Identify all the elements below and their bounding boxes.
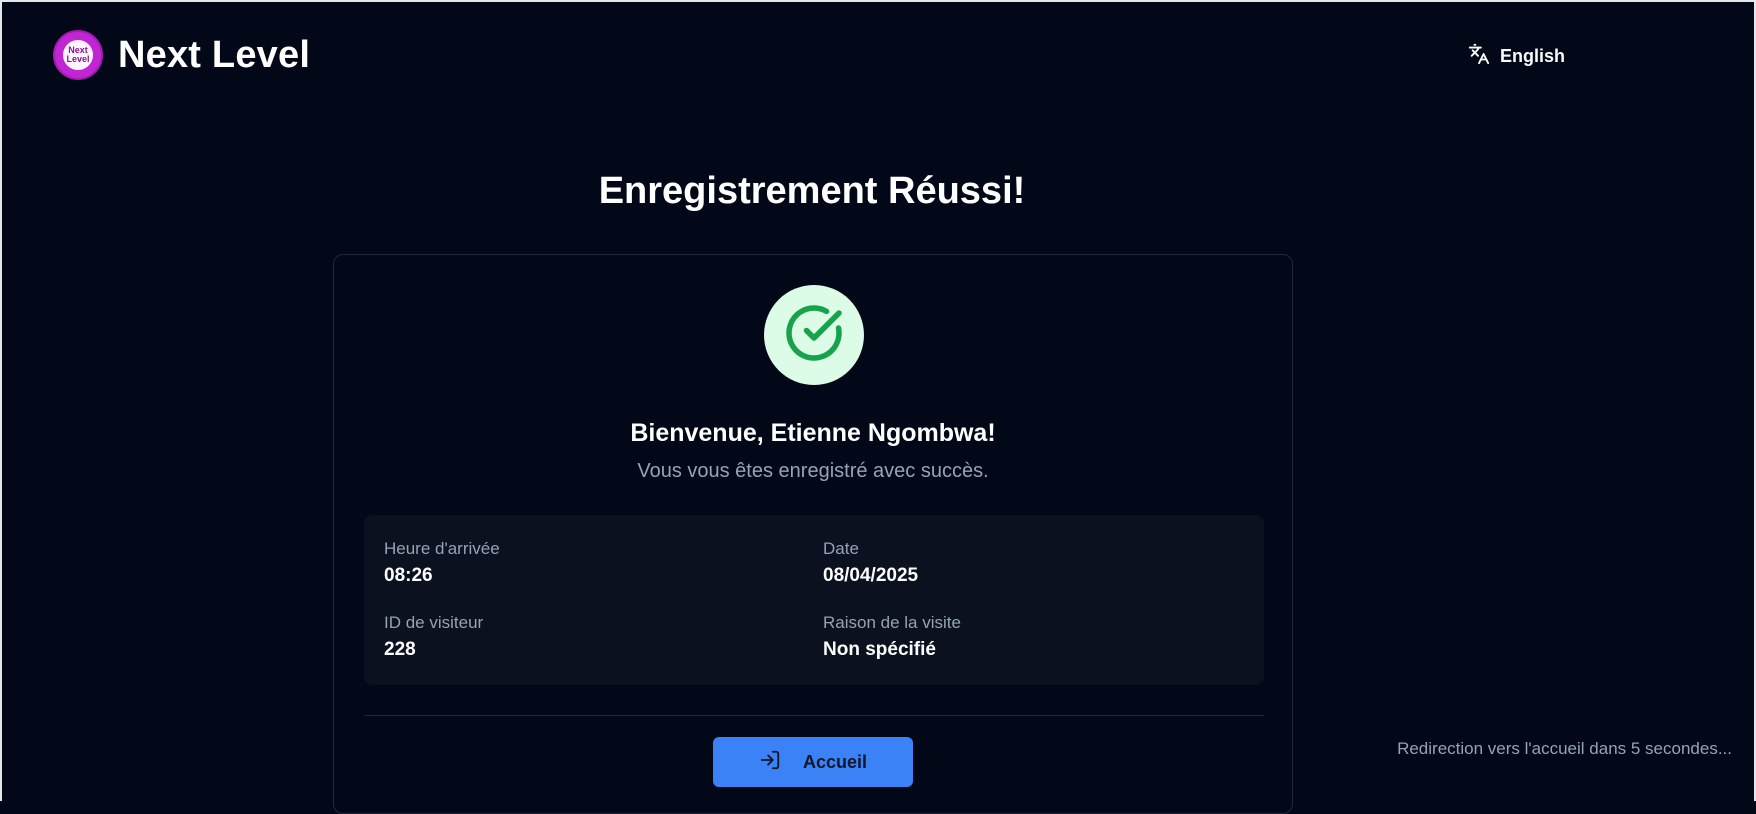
home-button[interactable]: Accueil — [713, 737, 913, 787]
top-header: Next Level Next Level English — [2, 2, 1754, 108]
language-switcher[interactable]: English — [1468, 42, 1565, 70]
success-badge — [764, 285, 864, 385]
check-circle-icon — [784, 303, 844, 368]
visitor-id-field: ID de visiteur 228 — [384, 613, 483, 661]
confirmation-card: Bienvenue, Etienne Ngombwa! Vous vous êt… — [333, 254, 1293, 814]
date-label: Date — [823, 539, 859, 558]
app-frame: Next Level Next Level English Enregistrem… — [0, 0, 1756, 814]
arrival-time-field: Heure d'arrivée 08:26 — [384, 539, 500, 587]
success-subtitle: Vous vous êtes enregistré avec succès. — [637, 460, 989, 482]
welcome-message: Bienvenue, Etienne Ngombwa! — [630, 419, 996, 447]
home-button-label: Accueil — [802, 751, 868, 772]
translate-icon — [1468, 43, 1490, 70]
logo-mark: Next Level — [61, 38, 95, 72]
language-label: English — [1500, 45, 1566, 66]
redirect-notice: Redirection vers l'accueil dans 5 second… — [1397, 739, 1732, 758]
brand-name[interactable]: Next Level — [118, 34, 310, 77]
visit-reason-value: Non spécifié — [823, 639, 936, 660]
visit-reason-field: Raison de la visite Non spécifié — [823, 613, 961, 661]
visit-details: Heure d'arrivée 08:26 Date 08/04/2025 ID… — [364, 515, 1264, 685]
arrival-time-value: 08:26 — [384, 565, 433, 586]
page-title: Enregistrement Réussi! — [598, 170, 1026, 212]
date-field: Date 08/04/2025 — [823, 539, 918, 587]
date-value: 08/04/2025 — [823, 565, 919, 586]
card-divider — [364, 715, 1264, 716]
visitor-id-label: ID de visiteur — [384, 613, 484, 632]
arrival-time-label: Heure d'arrivée — [384, 539, 500, 558]
log-in-icon — [759, 749, 781, 776]
visit-reason-label: Raison de la visite — [823, 613, 961, 632]
brand-logo[interactable]: Next Level — [53, 30, 103, 80]
visitor-id-value: 228 — [384, 639, 416, 660]
